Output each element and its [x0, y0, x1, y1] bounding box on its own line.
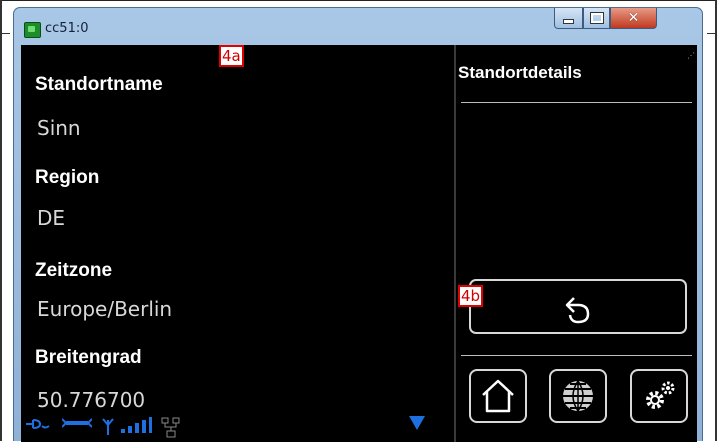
doc-border-left — [0, 0, 2, 441]
close-button[interactable]: ✕ — [610, 8, 657, 29]
globe-button[interactable] — [549, 369, 607, 423]
minimize-button[interactable] — [554, 8, 583, 29]
doc-border-top — [0, 0, 717, 1]
scroll-down-icon[interactable] — [409, 416, 425, 430]
home-button[interactable] — [469, 369, 527, 423]
gear-icon — [646, 381, 675, 409]
network-icon — [161, 417, 181, 439]
field-value-standortname[interactable]: Sinn — [37, 116, 81, 140]
location-fields-pane[interactable]: Standortname Sinn Region DE Zeitzone Eur… — [21, 45, 454, 442]
field-value-region[interactable]: DE — [37, 206, 65, 230]
app-window: cc51:0 ✕ Standortname Sinn Region DE Zei… — [13, 7, 703, 442]
doc-tick-right — [707, 33, 717, 34]
doc-tick-left — [0, 33, 10, 34]
status-bar — [21, 407, 454, 442]
maximize-icon — [589, 12, 604, 24]
field-label-standortname: Standortname — [35, 74, 163, 95]
antenna-icon — [101, 417, 115, 435]
field-label-zeitzone: Zeitzone — [35, 260, 113, 281]
globe-icon — [563, 380, 593, 412]
link-icon — [62, 417, 92, 429]
maximize-button[interactable] — [583, 8, 610, 29]
details-divider-bottom — [461, 355, 692, 356]
details-title: Standortdetails — [458, 63, 582, 82]
annotation-marker-4a: 4a — [219, 45, 244, 67]
settings-button[interactable] — [630, 369, 688, 423]
ethernet-icon — [25, 417, 51, 431]
minimize-icon — [563, 18, 574, 24]
resize-grip: ⋰ — [687, 51, 695, 60]
window-title: cc51:0 — [45, 21, 89, 36]
app-icon — [24, 22, 41, 38]
home-icon — [482, 379, 514, 413]
title-bar[interactable]: cc51:0 ✕ — [14, 8, 702, 46]
details-pane: ⋰ Standortdetails — [456, 45, 697, 442]
back-arrow-icon — [565, 296, 590, 323]
close-icon: ✕ — [627, 10, 640, 26]
back-button[interactable] — [469, 279, 687, 334]
client-area: Standortname Sinn Region DE Zeitzone Eur… — [21, 45, 697, 442]
field-value-zeitzone[interactable]: Europe/Berlin — [37, 297, 172, 321]
field-label-breitengrad: Breitengrad — [35, 347, 142, 368]
details-divider-top — [461, 102, 692, 103]
signal-icon — [121, 417, 153, 433]
field-label-region: Region — [35, 167, 100, 188]
annotation-marker-4b: 4b — [458, 285, 484, 307]
